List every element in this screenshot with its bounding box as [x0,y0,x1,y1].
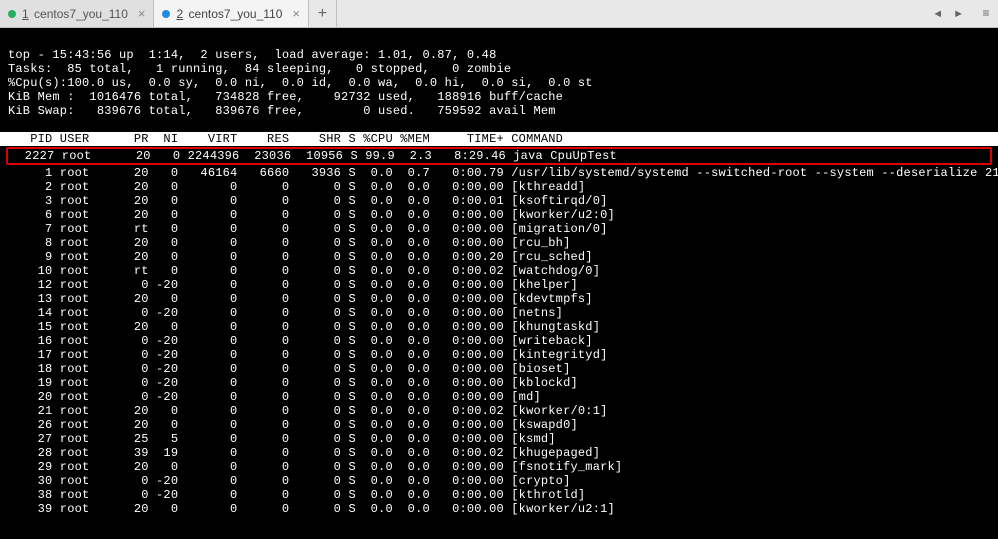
tab-1[interactable]: 1 centos7_you_110 × [0,0,154,27]
close-icon[interactable]: × [138,6,146,21]
summary-line: KiB Mem : 1016476 total, 734828 free, 92… [8,90,563,104]
summary-line: KiB Swap: 839676 total, 839676 free, 0 u… [8,104,556,118]
highlighted-process-row: 2227 root 20 0 2244396 23036 10956 S 99.… [6,147,992,165]
summary-line: top - 15:43:56 up 1:14, 2 users, load av… [8,48,496,62]
scroll-right-icon[interactable]: ► [949,6,968,22]
tab-bar: 1 centos7_you_110 × 2 centos7_you_110 × … [0,0,998,28]
terminal-output[interactable]: top - 15:43:56 up 1:14, 2 users, load av… [0,28,998,539]
status-dot-icon [162,10,170,18]
process-rows: 1 root 20 0 46164 6660 3936 S 0.0 0.7 0:… [8,166,998,516]
status-dot-icon [8,10,16,18]
tab-number: 2 [176,7,183,21]
tab-number: 1 [22,7,29,21]
summary-line: Tasks: 85 total, 1 running, 84 sleeping,… [8,62,511,76]
tab-2[interactable]: 2 centos7_you_110 × [154,0,308,27]
close-icon[interactable]: × [292,6,300,21]
scroll-left-icon[interactable]: ◄ [928,6,947,22]
summary-line: %Cpu(s):100.0 us, 0.0 sy, 0.0 ni, 0.0 id… [8,76,593,90]
tab-label: centos7_you_110 [34,7,128,21]
tab-menu-button[interactable]: ≡ [974,0,998,27]
tab-label: centos7_you_110 [189,7,283,21]
tab-scroll-controls: ◄ ► [922,0,974,27]
add-tab-button[interactable]: + [309,0,337,27]
process-table-header: PID USER PR NI VIRT RES SHR S %CPU %MEM … [0,132,998,146]
